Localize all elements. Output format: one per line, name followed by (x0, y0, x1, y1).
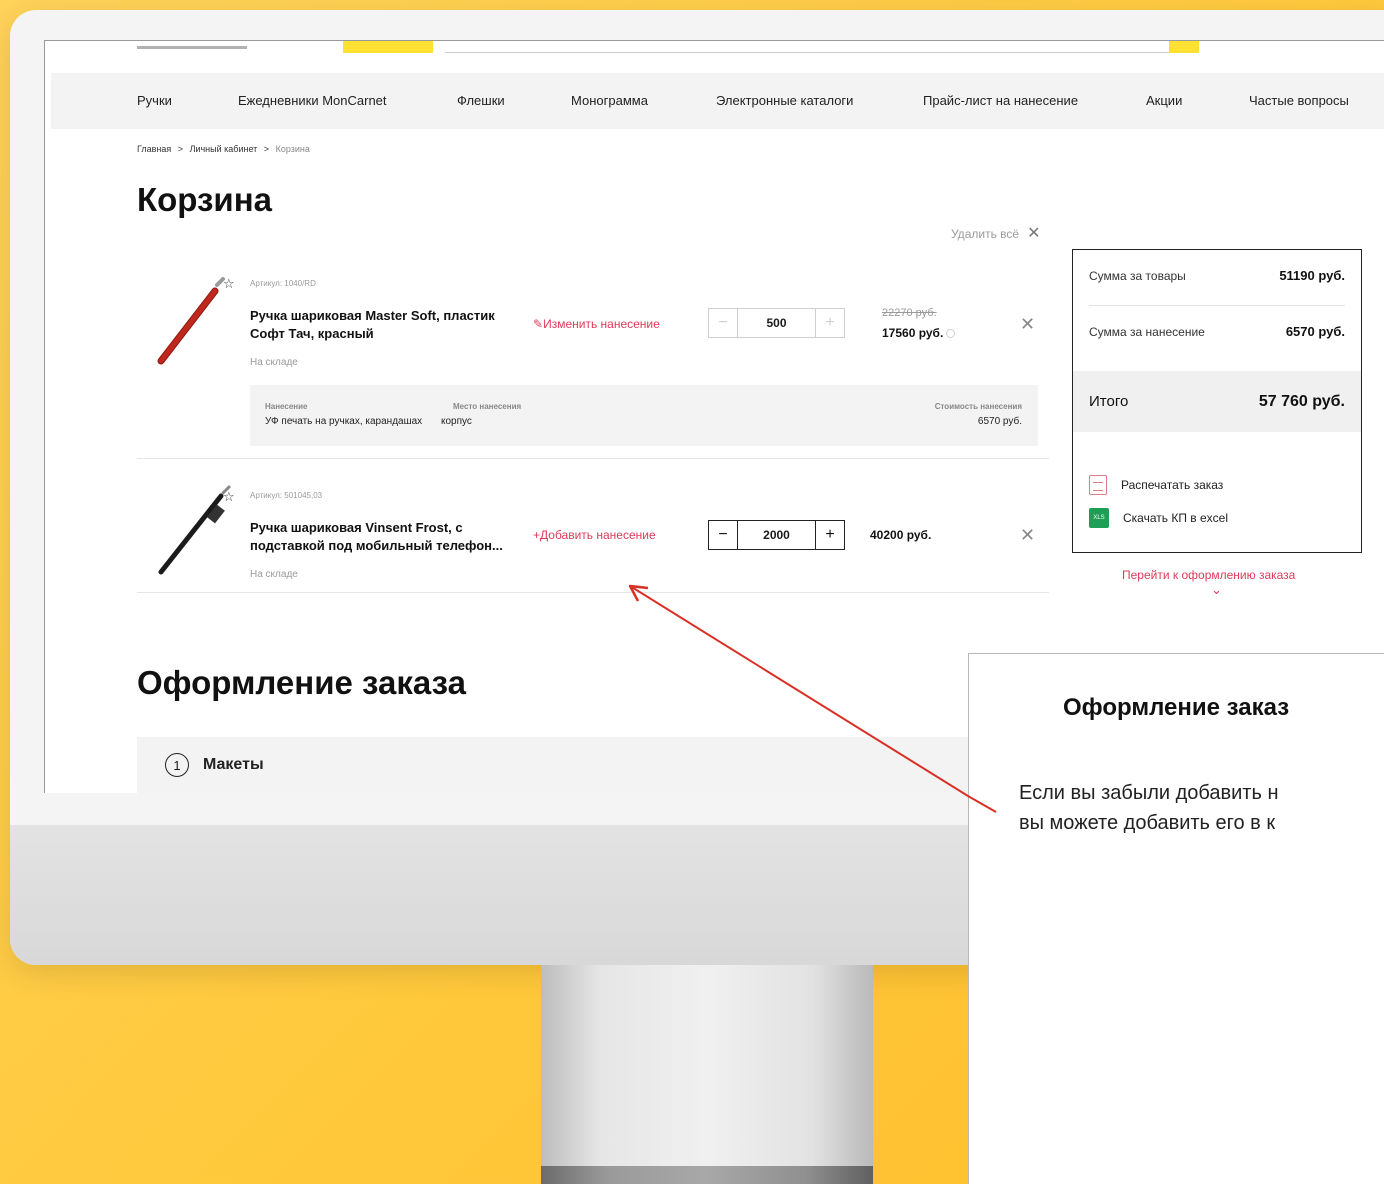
callout-text-line: Если вы забыли добавить н (1019, 782, 1279, 804)
breadcrumb-separator: > (263, 144, 270, 154)
chevron-down-icon[interactable]: ⌄ (1211, 582, 1222, 598)
main-nav: Ручки Ежедневники MonCarnet Флешки Моног… (51, 73, 1384, 129)
print-cost: 6570 руб. (977, 416, 1022, 427)
delete-all-label: Удалить всё (951, 227, 1020, 241)
remove-item-button[interactable]: ✕ (1020, 526, 1035, 544)
change-print-label: Изменить нанесение (543, 317, 660, 331)
item-divider (137, 458, 1049, 459)
remove-item-button[interactable]: ✕ (1020, 315, 1035, 333)
breadcrumb-separator: > (177, 144, 184, 154)
site-header-strip (45, 41, 1384, 73)
step-label: Макеты (203, 756, 264, 773)
old-price: 22270 руб. (882, 307, 937, 319)
place-header: Место нанесения (453, 402, 522, 411)
pen-body (158, 493, 224, 575)
nav-item-monogram[interactable]: Монограмма (571, 93, 648, 108)
breadcrumb-account[interactable]: Личный кабинет (190, 144, 258, 154)
print-header: Нанесение (265, 402, 308, 411)
favorite-star-icon[interactable]: ☆ (223, 489, 235, 505)
goods-sum-value: 51190 руб. (1279, 268, 1345, 283)
print-sum-row: Сумма за нанесение 6570 руб. (1089, 324, 1345, 339)
decrement-button[interactable]: − (708, 308, 738, 338)
site-logo[interactable] (137, 41, 247, 49)
excel-icon: XLS (1089, 508, 1109, 528)
nav-item-faq[interactable]: Частые вопросы (1249, 93, 1349, 108)
total-value: 57 760 руб. (1258, 392, 1345, 410)
info-callout: Оформление заказ Если вы забыли добавить… (968, 653, 1384, 1184)
cost-header: Стоимость нанесения (934, 402, 1022, 411)
callout-text: Если вы забыли добавить н вы можете доба… (1019, 778, 1384, 838)
step-number: 1 (165, 753, 189, 777)
search-button[interactable] (1169, 41, 1199, 53)
item-price: 17560 руб. (882, 326, 956, 340)
monitor-stand-base (541, 1166, 873, 1184)
nav-item-planners[interactable]: Ежедневники MonCarnet (238, 93, 387, 108)
download-excel-button[interactable]: XLS Скачать КП в excel (1089, 508, 1228, 528)
total-row: Итого 57 760 руб. (1073, 371, 1361, 432)
callout-title: Оформление заказ (1063, 694, 1290, 721)
print-place: корпус (441, 416, 472, 427)
nav-item-promotions[interactable]: Акции (1146, 93, 1182, 108)
info-icon[interactable] (946, 329, 956, 339)
checkout-title: Оформление заказа (137, 664, 466, 701)
goods-sum-label: Сумма за товары (1089, 268, 1186, 283)
monitor-stand (541, 965, 873, 1184)
product-name[interactable]: Ручка шариковая Master Soft, пластик Соф… (250, 307, 515, 343)
pencil-icon: ✎ (533, 317, 544, 331)
search-input[interactable] (445, 41, 1170, 53)
nav-item-catalogs[interactable]: Электронные каталоги (716, 93, 853, 108)
decrement-button[interactable]: − (708, 520, 738, 550)
item-divider (137, 592, 1049, 593)
quantity-input[interactable]: 2000 (738, 520, 815, 550)
print-order-label: Распечатать заказ (1121, 478, 1224, 492)
quantity-stepper[interactable]: − 500 + (708, 308, 845, 338)
quantity-stepper[interactable]: − 2000 + (708, 520, 845, 550)
nav-item-flash-drives[interactable]: Флешки (457, 93, 505, 108)
goods-sum-row: Сумма за товары 51190 руб. (1089, 268, 1345, 283)
increment-button[interactable]: + (815, 308, 845, 338)
pdf-icon (1089, 475, 1107, 495)
order-summary: Сумма за товары 51190 руб. Сумма за нане… (1072, 249, 1362, 553)
product-name[interactable]: Ручка шариковая Vinsent Frost, с подстав… (250, 519, 515, 555)
add-print-link[interactable]: +Добавить нанесение (533, 528, 656, 542)
delete-all-button[interactable]: Удалить всё ✕ (951, 226, 1040, 242)
favorite-star-icon[interactable]: ☆ (223, 276, 235, 292)
print-sum-label: Сумма за нанесение (1089, 324, 1205, 339)
pen-body (158, 288, 218, 364)
item-price-value: 17560 руб. (882, 326, 944, 340)
product-sku: Артикул: 501045,03 (250, 491, 323, 500)
item-price: 40200 руб. (870, 528, 932, 542)
increment-button[interactable]: + (815, 520, 845, 550)
nav-item-pens[interactable]: Ручки (137, 93, 172, 108)
print-method: УФ печать на ручках, карандашах (265, 416, 423, 427)
stock-status: На складе (250, 569, 298, 580)
close-icon: ✕ (1027, 225, 1041, 242)
callout-text-line: вы можете добавить его в к (1019, 812, 1276, 834)
summary-divider (1089, 305, 1345, 306)
print-details: Нанесение Место нанесения Стоимость нане… (250, 385, 1038, 446)
header-yellow-tab[interactable] (343, 41, 433, 53)
total-label: Итого (1089, 393, 1129, 410)
product-sku: Артикул: 1040/RD (250, 279, 316, 288)
breadcrumb-current: Корзина (275, 144, 310, 154)
breadcrumb-home[interactable]: Главная (137, 144, 171, 154)
quantity-input[interactable]: 500 (738, 308, 815, 338)
page-title: Корзина (137, 181, 272, 218)
breadcrumb: Главная > Личный кабинет > Корзина (137, 144, 310, 154)
change-print-link[interactable]: ✎Изменить нанесение (533, 317, 660, 331)
nav-item-price-list[interactable]: Прайс-лист на нанесение (923, 93, 1078, 108)
download-excel-label: Скачать КП в excel (1123, 511, 1229, 525)
print-order-button[interactable]: Распечатать заказ (1089, 475, 1223, 495)
checkout-link[interactable]: Перейти к оформлению заказа (1122, 568, 1295, 582)
stock-status: На складе (250, 357, 298, 368)
print-sum-value: 6570 руб. (1285, 324, 1345, 339)
